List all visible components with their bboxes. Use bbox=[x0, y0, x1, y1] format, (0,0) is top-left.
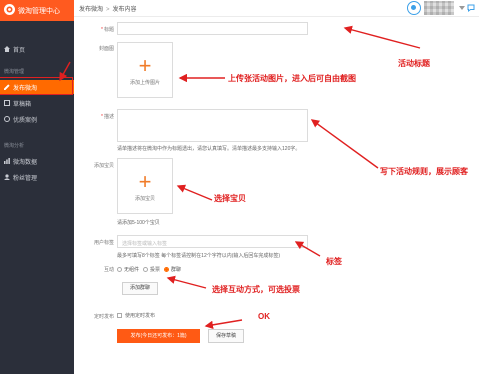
annotation-cover: 上传张活动图片，进入后可自由截图 bbox=[228, 74, 356, 83]
annotation-title: 活动标题 bbox=[398, 59, 430, 68]
annotation-product: 选择宝贝 bbox=[214, 194, 246, 203]
annotation-tags: 标签 bbox=[326, 257, 342, 266]
annotation-interact: 选择互动方式，可选投票 bbox=[212, 285, 300, 294]
annotation-arrows bbox=[59, 25, 421, 329]
annotation-desc: 写下活动规则，展示顾客 bbox=[380, 167, 468, 176]
annotation-ok: OK bbox=[258, 312, 270, 321]
